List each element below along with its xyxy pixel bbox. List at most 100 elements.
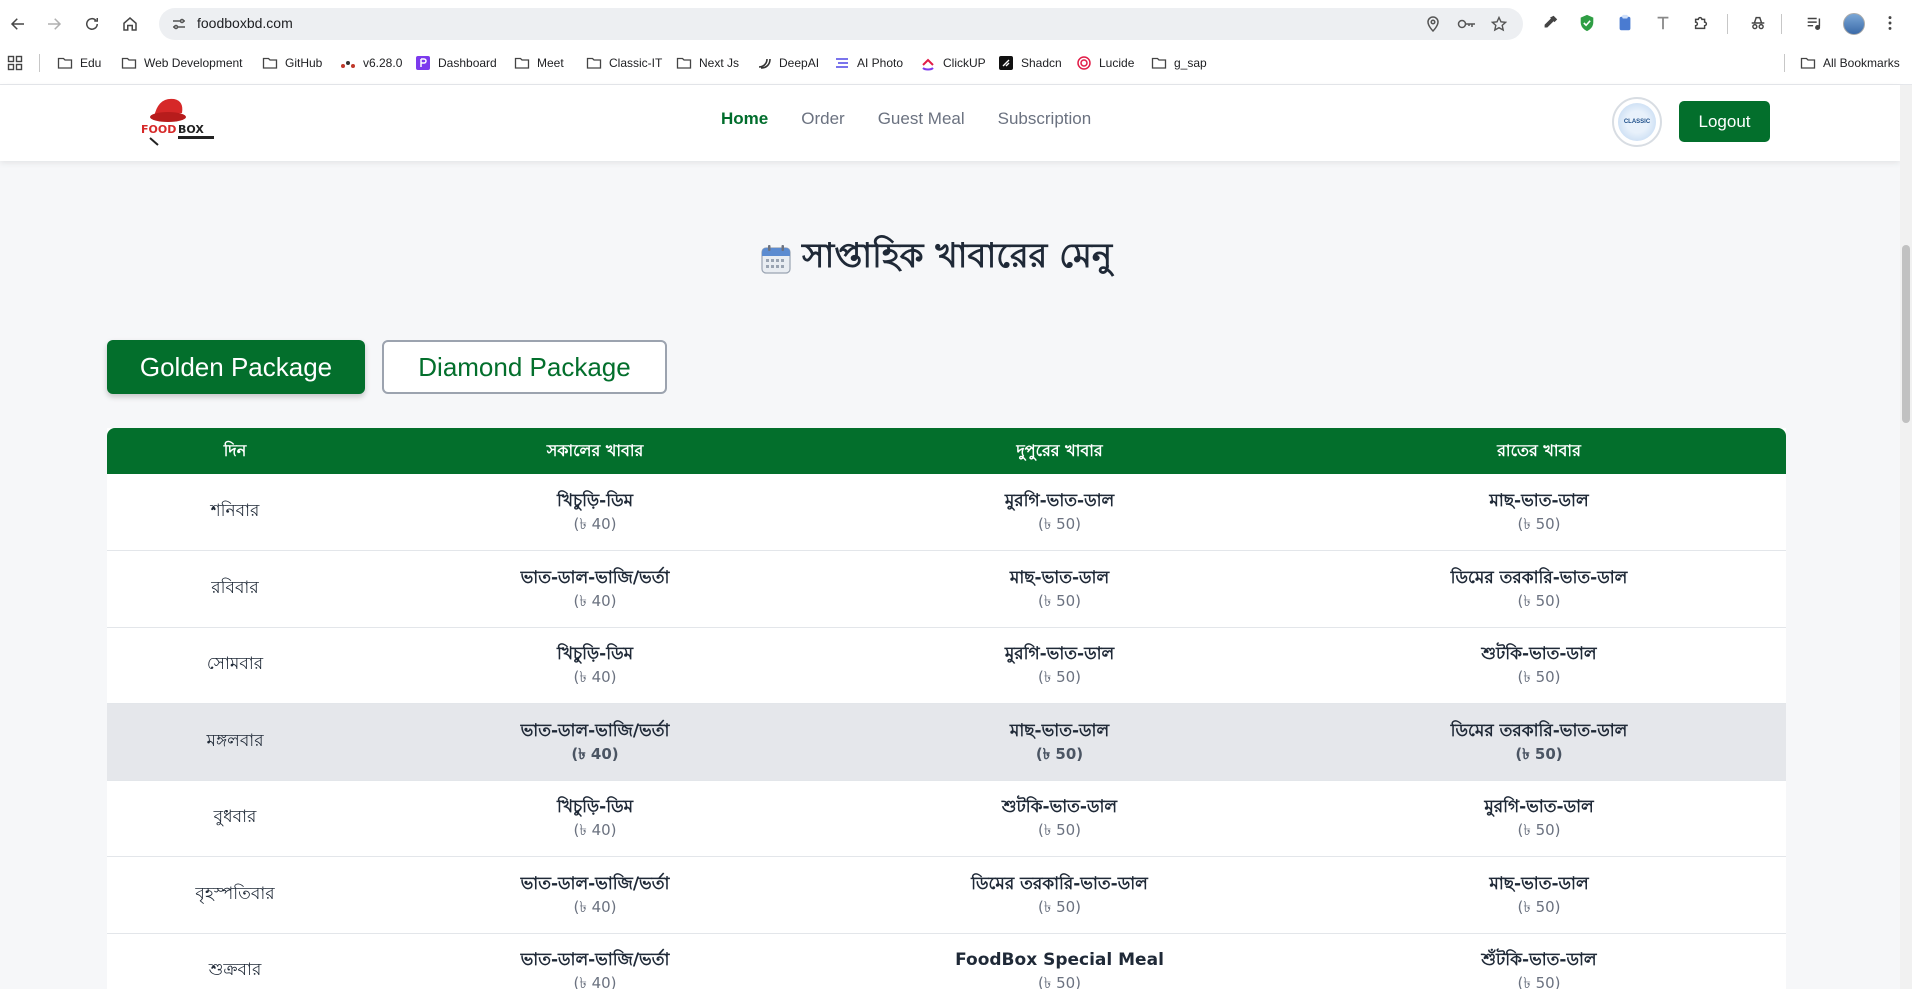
forward-icon[interactable] — [42, 12, 66, 36]
avatar-logo: CLASSIC — [1618, 103, 1656, 141]
folder-icon — [586, 55, 602, 71]
media-control-icon[interactable] — [1804, 13, 1824, 33]
bookmark-label: GitHub — [285, 56, 323, 70]
bookmark-g-sap[interactable]: g_sap — [1151, 54, 1207, 72]
bookmark-clickup[interactable]: ClickUP — [920, 54, 986, 72]
bookmark-star-icon[interactable] — [1491, 16, 1507, 32]
bookmark-label: AI Photo — [857, 56, 904, 70]
apps-grid-icon[interactable] — [7, 54, 30, 72]
toolbar-separator — [1781, 14, 1782, 34]
folder-icon — [1151, 55, 1167, 71]
ai-photo-icon — [834, 55, 850, 71]
site-settings-icon[interactable] — [171, 16, 187, 32]
header-lunch: দুপুরের খাবার — [827, 428, 1292, 474]
meal-price: (৳ 40) — [573, 974, 617, 989]
meal-price: (৳ 40) — [573, 897, 617, 916]
svg-text:FOOD: FOOD — [141, 123, 176, 136]
nav-subscription[interactable]: Subscription — [998, 109, 1092, 129]
back-icon[interactable] — [6, 12, 30, 36]
incognito-icon[interactable] — [1748, 13, 1768, 33]
logout-button[interactable]: Logout — [1679, 101, 1770, 142]
diamond-package-tab[interactable]: Diamond Package — [382, 340, 667, 394]
scrollbar-thumb[interactable] — [1902, 245, 1910, 423]
bookmarks-bar: Edu Web Development GitHub v6.28.0 Dashb… — [0, 47, 1912, 79]
bookmark-v6280[interactable]: v6.28.0 — [340, 54, 402, 72]
eyedropper-extension-icon[interactable] — [1540, 13, 1560, 33]
meal-price: (৳ 50) — [1517, 591, 1561, 610]
table-row: শনিবার খিচুড়ি-ডিম (৳ 40) মুরগি-ভাত-ডাল (৳… — [107, 474, 1786, 551]
bookmark-lucide[interactable]: Lucide — [1076, 54, 1134, 72]
folder-icon — [676, 55, 692, 71]
bookmark-classic-it[interactable]: Classic-IT — [586, 54, 662, 72]
table-row: বুধবার খিচুড়ি-ডিম (৳ 40) শুটকি-ভাত-ডাল (৳… — [107, 780, 1786, 857]
table-row-highlighted: মঙ্গলবার ভাত-ডাল-ভাজি/ভর্তা (৳ 40) মাছ-ভা… — [107, 703, 1786, 781]
bookmark-label: Lucide — [1099, 56, 1135, 70]
meal-name: ডিমের তরকারি-ভাত-ডাল — [1450, 567, 1628, 588]
avatar[interactable]: CLASSIC — [1612, 97, 1662, 147]
profile-avatar-icon[interactable] — [1843, 13, 1865, 35]
meal-name: ভাত-ডাল-ভাজি/ভর্তা — [520, 567, 670, 588]
svg-text:BOX: BOX — [178, 123, 204, 136]
bookmark-github[interactable]: GitHub — [262, 54, 322, 72]
address-bar[interactable]: foodboxbd.com — [159, 8, 1523, 40]
meal-name: মাছ-ভাত-ডাল — [1489, 491, 1589, 511]
meal-price: (৳ 40) — [573, 668, 617, 687]
golden-package-tab[interactable]: Golden Package — [107, 340, 365, 394]
toolbar-separator — [1727, 14, 1728, 34]
meal-price: (৳ 50) — [1517, 668, 1561, 687]
browser-menu-icon[interactable] — [1880, 13, 1900, 33]
meal-name: FoodBox Special Meal — [955, 950, 1164, 971]
url-text[interactable]: foodboxbd.com — [197, 15, 293, 31]
meal-price: (৳ 50) — [1037, 515, 1082, 533]
meal-price: (৳ 40) — [573, 515, 617, 533]
bookmark-meet[interactable]: Meet — [514, 54, 564, 72]
folder-icon — [121, 55, 137, 71]
day-cell: শনিবার — [210, 501, 260, 521]
weekly-menu-table: দিন সকালের খাবার দুপুরের খাবার রাতের খাব… — [107, 428, 1786, 989]
nav-guest-meal[interactable]: Guest Meal — [878, 109, 965, 129]
password-key-icon[interactable] — [1457, 16, 1477, 32]
meal-name: মাছ-ভাত-ডাল — [1009, 567, 1110, 588]
page-scrollbar[interactable] — [1900, 85, 1912, 989]
food-box-logo[interactable]: FOOD BOX — [140, 93, 218, 151]
site-header: FOOD BOX Home Order Guest Meal Subscript… — [0, 85, 1900, 161]
meal-price: (৳ 50) — [1037, 897, 1082, 916]
day-cell: শুক্রবার — [208, 960, 262, 981]
purple-logo-icon — [415, 55, 431, 71]
bookmark-deepai[interactable]: DeepAI — [756, 54, 819, 72]
bookmark-edu[interactable]: Edu — [57, 54, 101, 72]
browser-chrome: foodboxbd.com Edu Web Development GitHub… — [0, 0, 1912, 85]
meal-name: ডিমের তরকারি-ভাত-ডাল — [1450, 720, 1628, 741]
clipboard-extension-icon[interactable] — [1615, 13, 1635, 33]
bookmark-next-js[interactable]: Next Js — [676, 54, 739, 72]
day-cell: সোমবার — [206, 654, 264, 675]
bookmark-shadcn[interactable]: Shadcn — [998, 54, 1062, 72]
bookmark-dashboard[interactable]: Dashboard — [415, 54, 497, 72]
meal-price: (৳ 50) — [1037, 974, 1082, 989]
bookmark-web-development[interactable]: Web Development — [121, 54, 243, 72]
logo-graphic: FOOD BOX — [141, 98, 214, 146]
nav-order[interactable]: Order — [801, 109, 844, 129]
extensions-puzzle-icon[interactable] — [1691, 13, 1711, 33]
bookmark-label: Web Development — [144, 56, 243, 70]
table-row: রবিবার ভাত-ডাল-ভাজি/ভর্তা (৳ 40) মাছ-ভাত-… — [107, 550, 1786, 628]
table-header-row: দিন সকালের খাবার দুপুরের খাবার রাতের খাব… — [107, 428, 1786, 474]
location-icon[interactable] — [1425, 16, 1441, 32]
meal-name: খিচুড়ি-ডিম — [556, 644, 634, 665]
all-bookmarks[interactable]: All Bookmarks — [1800, 54, 1900, 72]
table-body: শনিবার খিচুড়ি-ডিম (৳ 40) মুরগি-ভাত-ডাল (৳… — [107, 474, 1786, 989]
shield-extension-icon[interactable] — [1577, 13, 1597, 33]
dots-logo-icon — [340, 55, 356, 71]
nav-home[interactable]: Home — [721, 109, 768, 129]
main-nav: Home Order Guest Meal Subscription — [721, 109, 1091, 129]
reload-icon[interactable] — [80, 12, 104, 36]
text-extension-icon[interactable] — [1653, 13, 1673, 33]
meal-price: (৳ 40) — [571, 744, 619, 763]
home-icon[interactable] — [118, 12, 142, 36]
meal-name: খিচুড়ি-ডিম — [556, 797, 634, 818]
folder-icon — [57, 55, 73, 71]
bookmark-ai-photo[interactable]: AI Photo — [834, 54, 903, 72]
meal-name: মাছ-ভাত-ডাল — [1489, 873, 1589, 894]
clickup-icon — [920, 55, 936, 71]
bookmark-label: g_sap — [1174, 56, 1207, 70]
